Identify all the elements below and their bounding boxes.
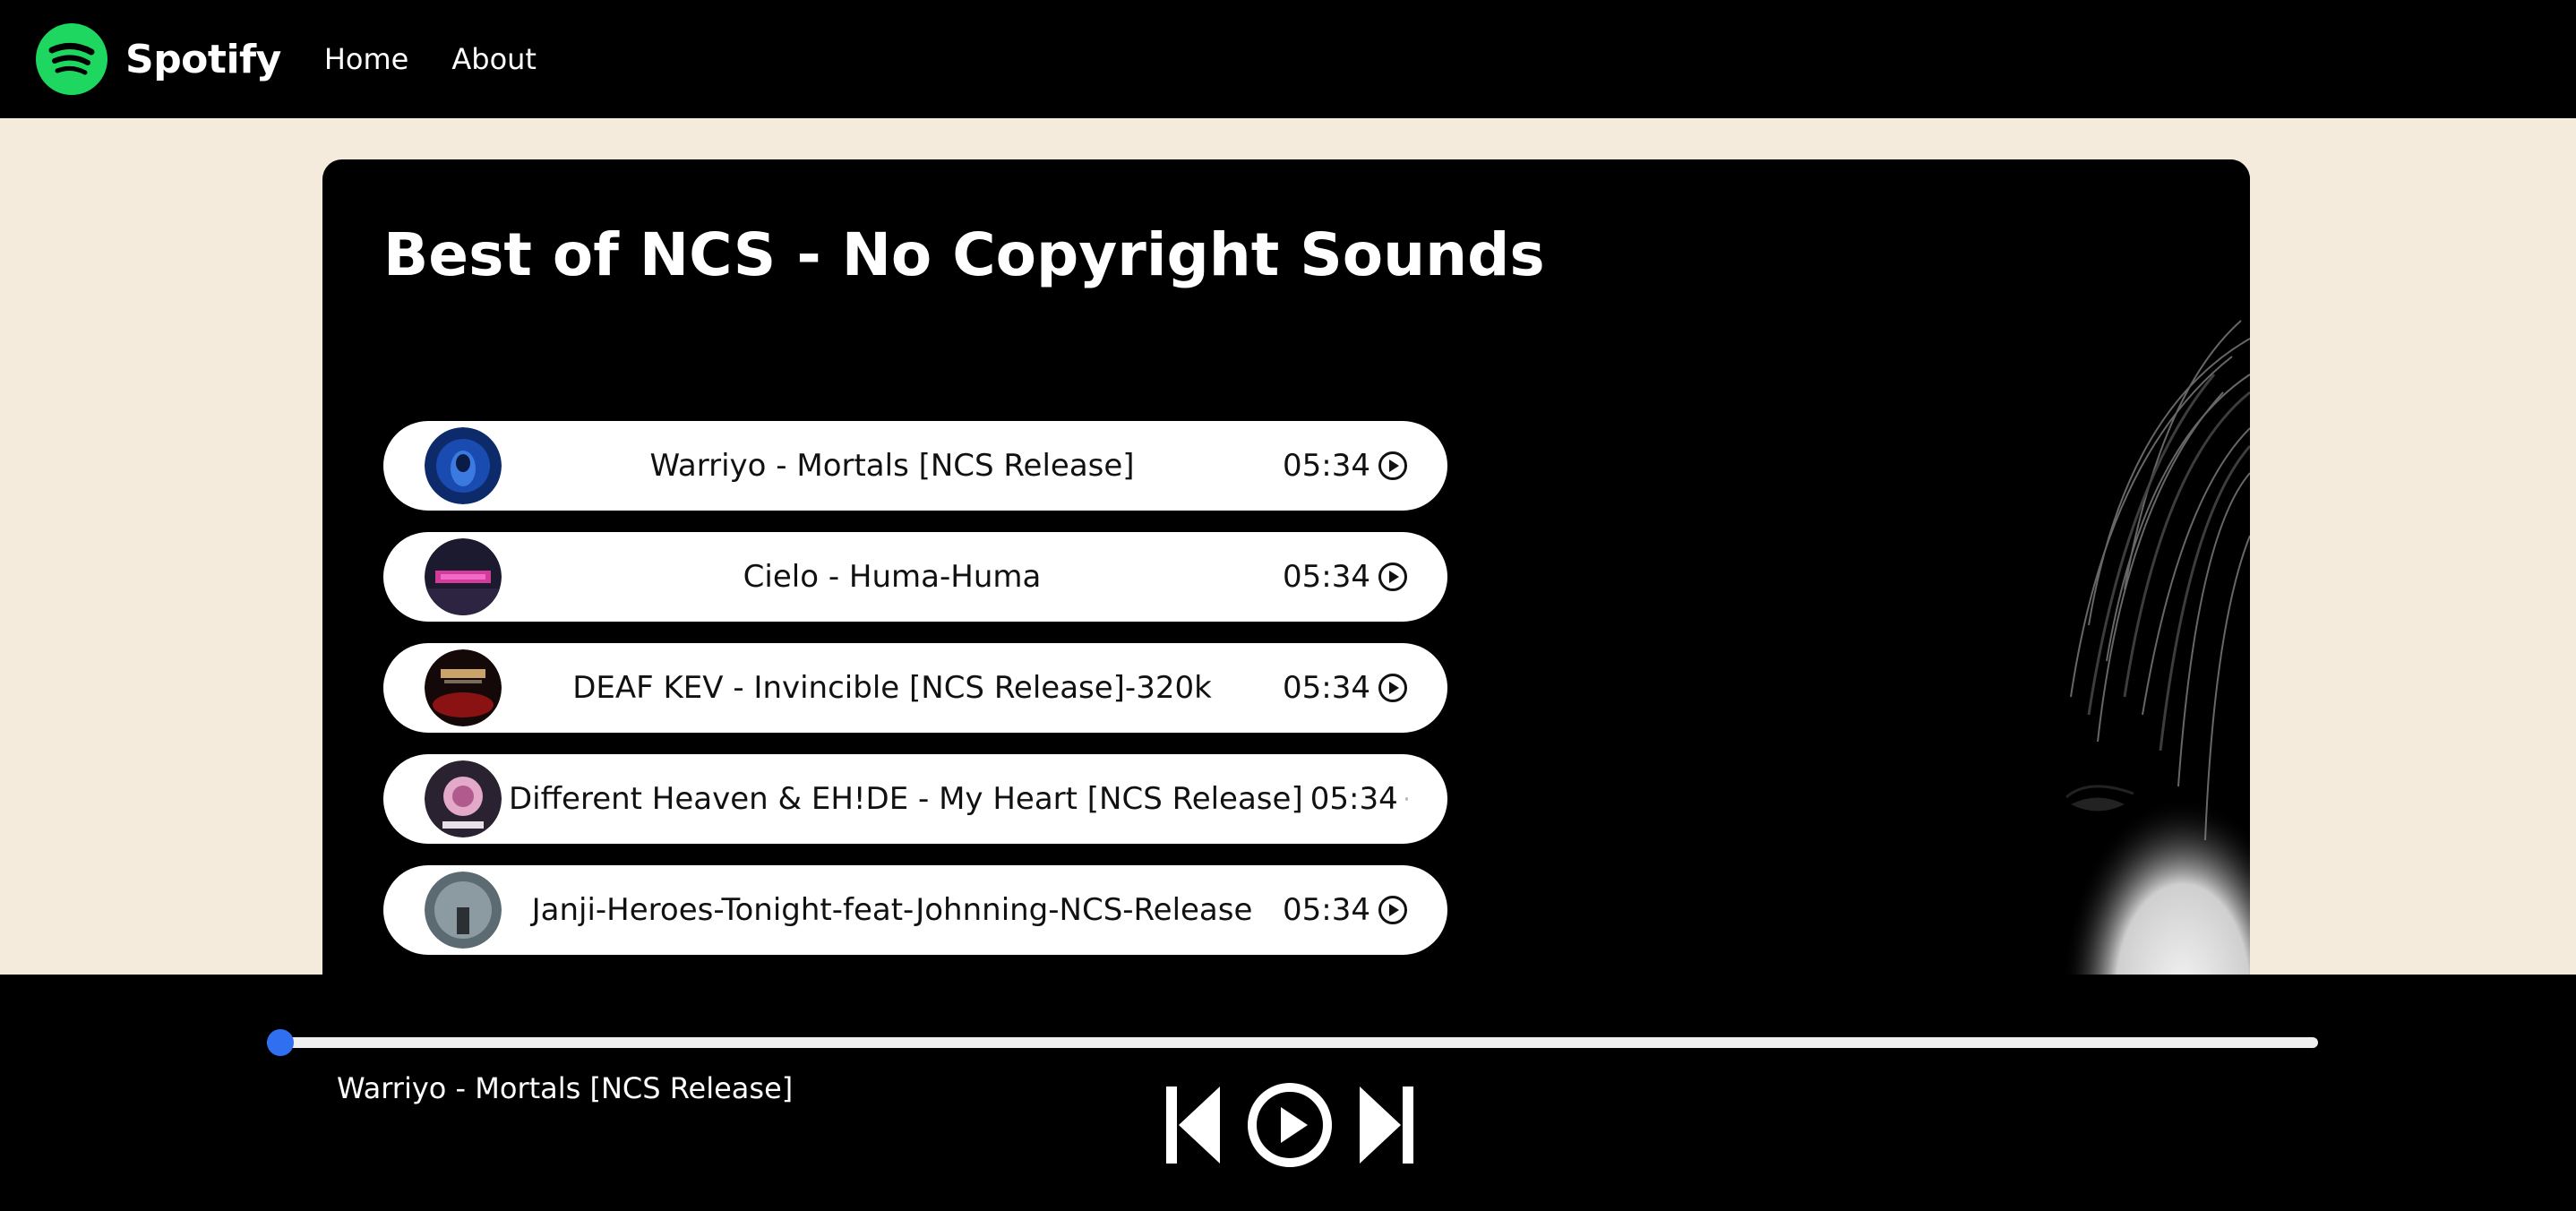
nav-link-home[interactable]: Home bbox=[324, 42, 409, 76]
song-cover-image bbox=[425, 872, 502, 949]
skip-next-icon[interactable] bbox=[1358, 1085, 1415, 1165]
circle-play-icon[interactable] bbox=[1378, 673, 1408, 703]
play-circle-icon[interactable] bbox=[1247, 1082, 1333, 1168]
song-item[interactable]: DEAF KEV - Invincible [NCS Release]-320k… bbox=[383, 643, 1447, 733]
song-item[interactable]: Cielo - Huma-Huma 05:34 bbox=[383, 532, 1447, 622]
top-navbar: Spotify Home About bbox=[0, 0, 2576, 118]
song-title: Different Heaven & EH!DE - My Heart [NCS… bbox=[509, 781, 1303, 817]
progress-thumb[interactable] bbox=[267, 1029, 294, 1056]
spotify-logo-icon[interactable] bbox=[36, 23, 107, 95]
song-title: Cielo - Huma-Huma bbox=[743, 559, 1042, 595]
progress-bar[interactable] bbox=[267, 1028, 2318, 1057]
brand-name[interactable]: Spotify bbox=[125, 37, 281, 82]
song-duration: 05:34 bbox=[1283, 892, 1370, 928]
bottom-player: Warriyo - Mortals [NCS Release] bbox=[0, 975, 2576, 1211]
song-item[interactable]: Warriyo - Mortals [NCS Release] 05:34 bbox=[383, 421, 1447, 511]
playlist-container: Best of NCS - No Copyright Sounds Warriy… bbox=[322, 159, 2250, 1055]
song-duration: 05:34 bbox=[1283, 448, 1370, 484]
song-cover-image bbox=[425, 538, 502, 615]
circle-play-icon[interactable] bbox=[1378, 562, 1408, 592]
player-controls bbox=[1164, 1073, 1415, 1177]
song-title: DEAF KEV - Invincible [NCS Release]-320k bbox=[572, 670, 1212, 706]
song-duration: 05:34 bbox=[1283, 559, 1370, 595]
song-duration: 05:34 bbox=[1283, 670, 1370, 706]
song-item[interactable]: Different Heaven & EH!DE - My Heart [NCS… bbox=[383, 754, 1447, 844]
circle-play-icon[interactable] bbox=[1378, 451, 1408, 481]
playlist-title: Best of NCS - No Copyright Sounds bbox=[383, 220, 1545, 289]
song-cover-image bbox=[425, 427, 502, 504]
progress-track[interactable] bbox=[267, 1037, 2318, 1048]
background-artwork bbox=[1444, 159, 2250, 1055]
song-duration: 05:34 bbox=[1309, 781, 1398, 817]
now-playing-title: Warriyo - Mortals [NCS Release] bbox=[337, 1071, 794, 1105]
song-title: Warriyo - Mortals [NCS Release] bbox=[649, 448, 1135, 484]
song-item[interactable]: Janji-Heroes-Tonight-feat-Johnning-NCS-R… bbox=[383, 865, 1447, 955]
circle-play-icon[interactable] bbox=[1378, 895, 1408, 925]
song-cover-image bbox=[425, 760, 502, 837]
nav-link-about[interactable]: About bbox=[451, 42, 537, 76]
song-list: Warriyo - Mortals [NCS Release] 05:34 Ci… bbox=[383, 421, 1447, 976]
song-cover-image bbox=[425, 649, 502, 726]
skip-previous-icon[interactable] bbox=[1164, 1085, 1222, 1165]
song-title: Janji-Heroes-Tonight-feat-Johnning-NCS-R… bbox=[531, 892, 1253, 928]
circle-play-icon[interactable] bbox=[1404, 784, 1408, 814]
